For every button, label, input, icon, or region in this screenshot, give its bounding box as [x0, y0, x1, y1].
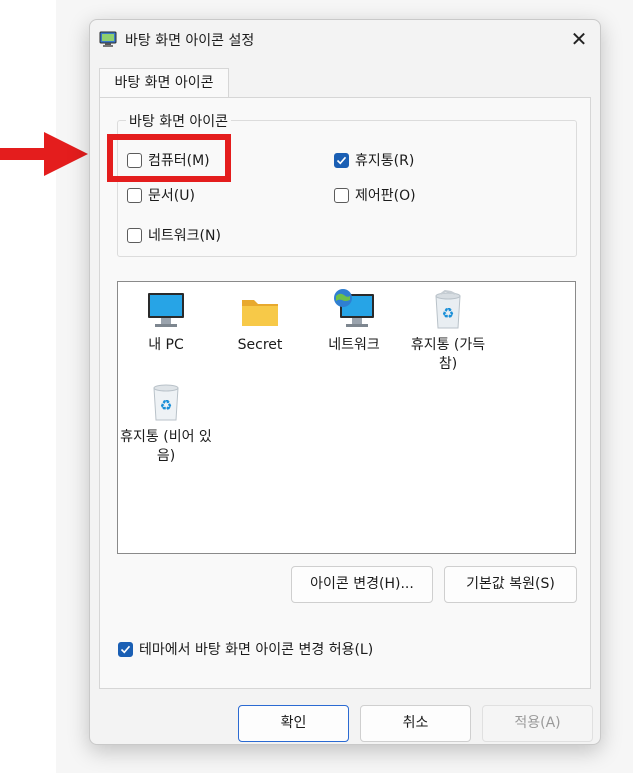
desktop-icon-settings-dialog: 바탕 화면 아이콘 설정 ✕ 바탕 화면 아이콘 바탕 화면 아이콘 컴퓨터(M… — [89, 19, 601, 745]
checkbox-label: 네트워크(N) — [148, 228, 221, 244]
icon-list: 내 PC Secret 네트워크 ♻ 휴지통 (가득 참) ♻ 휴지통 (비어 … — [117, 281, 576, 554]
theme-allow-checkbox[interactable]: 테마에서 바탕 화면 아이콘 변경 허용(L) — [118, 639, 373, 659]
apply-button[interactable]: 적용(A) — [482, 705, 593, 742]
monitor-icon — [148, 293, 184, 327]
tab-desktop-icons[interactable]: 바탕 화면 아이콘 — [99, 68, 229, 98]
checkmark-icon — [336, 156, 347, 164]
group-legend: 바탕 화면 아이콘 — [126, 111, 232, 131]
checkbox-box[interactable] — [127, 227, 142, 243]
folder-icon — [242, 300, 278, 326]
desktop-settings-icon — [99, 31, 117, 47]
restore-default-button[interactable]: 기본값 복원(S) — [444, 566, 577, 603]
icon-item-network[interactable]: 네트워크 — [306, 288, 402, 355]
title-bar: 바탕 화면 아이콘 설정 ✕ — [90, 20, 600, 58]
icon-item-recycle-bin-empty[interactable]: ♻ 휴지통 (비어 있음) — [118, 380, 214, 466]
checkbox-recycle-bin[interactable]: 휴지통(R) — [334, 150, 414, 170]
red-highlight-box — [107, 134, 231, 182]
icon-item-my-pc[interactable]: 내 PC — [118, 288, 214, 355]
checkbox-control-panel[interactable]: 제어판(O) — [334, 185, 416, 205]
svg-text:♻: ♻ — [160, 398, 173, 414]
recycle-bin-empty-icon: ♻ — [153, 384, 179, 421]
dialog-title: 바탕 화면 아이콘 설정 — [125, 33, 255, 49]
desktop-icons-group: 바탕 화면 아이콘 컴퓨터(M) 휴지통(R) 문서(U) 제어판(O) 네트워… — [107, 111, 577, 257]
red-arrow-icon — [0, 132, 88, 176]
network-icon — [334, 289, 374, 327]
checkbox-box[interactable] — [118, 641, 133, 657]
checkbox-box[interactable] — [334, 152, 349, 168]
change-icon-button[interactable]: 아이콘 변경(H)... — [291, 566, 433, 603]
checkbox-label: 제어판(O) — [355, 188, 416, 204]
checkbox-documents[interactable]: 문서(U) — [127, 185, 195, 205]
ok-button[interactable]: 확인 — [238, 705, 349, 742]
icon-label: 네트워크 — [328, 337, 380, 353]
icon-label: 내 PC — [148, 337, 184, 353]
checkbox-label: 문서(U) — [148, 188, 195, 204]
checkbox-box[interactable] — [334, 187, 349, 203]
svg-text:♻: ♻ — [442, 306, 455, 322]
cancel-button[interactable]: 취소 — [360, 705, 471, 742]
checkbox-label: 휴지통(R) — [355, 153, 415, 169]
close-button[interactable]: ✕ — [564, 24, 594, 54]
checkmark-icon — [120, 645, 131, 653]
icon-item-secret[interactable]: Secret — [212, 288, 308, 355]
icon-label: 휴지통 (비어 있음) — [120, 429, 212, 464]
recycle-bin-full-icon: ♻ — [435, 290, 461, 329]
checkbox-label: 테마에서 바탕 화면 아이콘 변경 허용(L) — [139, 642, 374, 658]
checkbox-box[interactable] — [127, 187, 142, 203]
icon-label: Secret — [237, 337, 283, 353]
icon-item-recycle-bin-full[interactable]: ♻ 휴지통 (가득 참) — [400, 288, 496, 374]
checkbox-network[interactable]: 네트워크(N) — [127, 225, 221, 245]
icon-label: 휴지통 (가득 참) — [410, 337, 486, 372]
tab-panel: 바탕 화면 아이콘 컴퓨터(M) 휴지통(R) 문서(U) 제어판(O) 네트워… — [99, 97, 591, 689]
